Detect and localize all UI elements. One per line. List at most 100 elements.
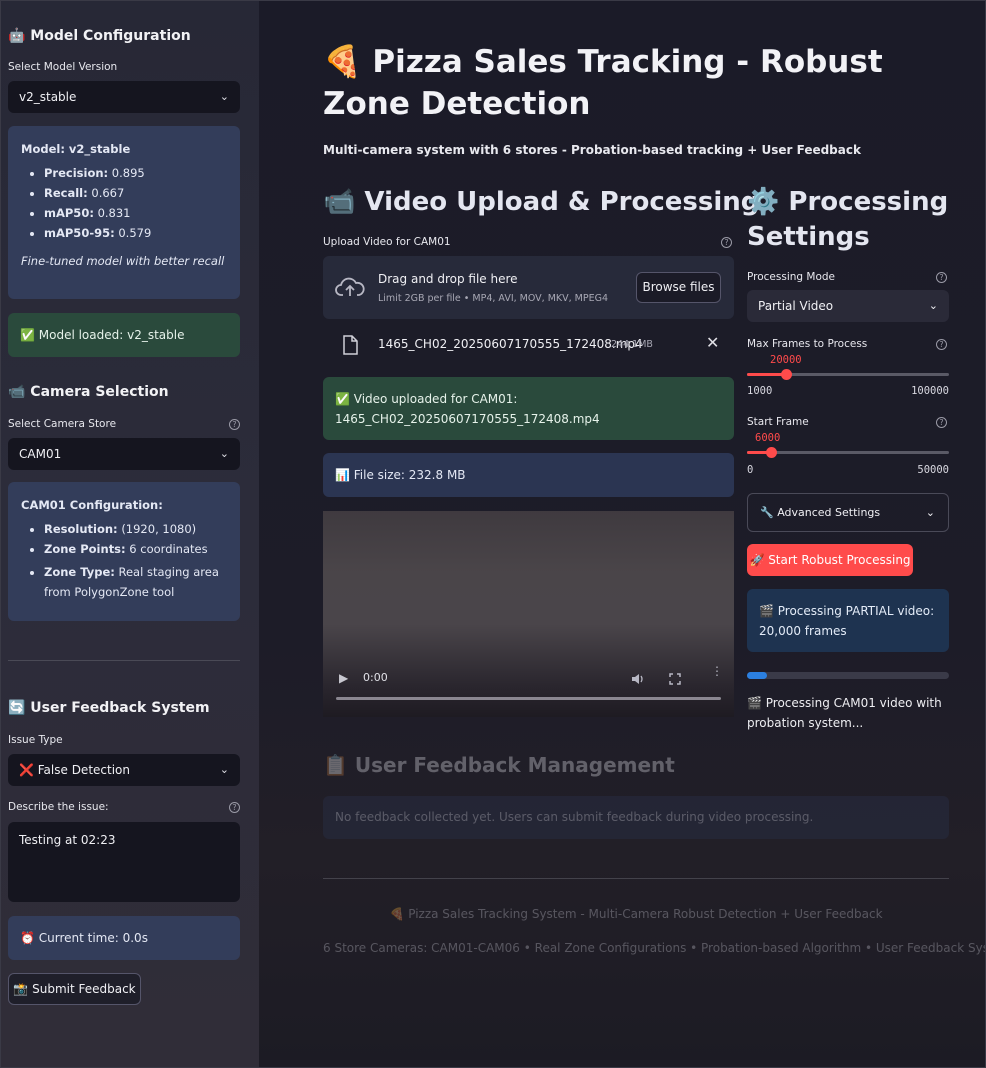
sidebar-divider [8,660,240,661]
fullscreen-icon[interactable] [669,673,681,685]
chevron-down-icon: ⌄ [219,447,229,460]
max-frames-label: Max Frames to Process [747,338,868,350]
help-icon[interactable]: ? [229,802,240,813]
config-item: Zone Type: Real staging area from Polygo… [44,562,227,602]
model-version-label: Select Model Version [8,61,118,73]
feedback-system-heading: 🔄 User Feedback System [8,700,210,716]
config-item: Resolution: (1920, 1080) [44,522,227,537]
max-frames-min: 1000 [747,385,773,397]
help-icon[interactable]: ? [936,417,947,428]
camera-info-title: CAM01 Configuration: [21,498,163,512]
model-info-box: Model: v2_stable Precision: 0.895 Recall… [8,126,240,299]
app-window: 🤖 Model Configuration Select Model Versi… [0,0,986,1068]
no-feedback-info: No feedback collected yet. Users can sub… [323,796,949,839]
start-frame-label: Start Frame [747,416,809,428]
start-frame-slider[interactable] [747,447,949,458]
file-name: 1465_CH02_20250607170555_172408.mp4 [378,337,643,351]
advanced-settings-label: 🔧 Advanced Settings [760,506,881,519]
slider-handle[interactable] [766,447,777,458]
max-frames-max: 100000 [911,385,949,397]
upload-label: Upload Video for CAM01 [323,236,451,248]
camera-selection-heading: 📹 Camera Selection [8,384,169,400]
footer-line-2: 6 Store Cameras: CAM01-CAM06 • Real Zone… [323,941,986,955]
max-frames-value: 20000 [770,354,802,366]
camera-config-list: Resolution: (1920, 1080) Zone Points: 6 … [21,522,227,602]
start-processing-button[interactable]: 🚀 Start Robust Processing [747,544,913,576]
sidebar: 🤖 Model Configuration Select Model Versi… [1,1,259,1067]
slider-handle[interactable] [781,369,792,380]
processing-mode-value: Partial Video [758,299,834,313]
model-version-value: v2_stable [19,90,77,104]
camera-store-value: CAM01 [19,447,62,461]
model-loaded-alert: ✅ Model loaded: v2_stable [8,313,240,357]
video-player[interactable]: ▶ 0:00 ⋮ [323,511,734,717]
processing-mode-label: Processing Mode [747,271,836,283]
progress-fill [747,672,767,679]
processing-line2: 20,000 frames [759,624,847,638]
settings-heading: ⚙️ Processing Settings [747,187,949,252]
more-options-icon[interactable]: ⋮ [711,665,723,677]
model-note: Fine-tuned model with better recall [21,254,225,268]
model-info-title: Model: v2_stable [21,142,131,156]
metric-item: mAP50-95: 0.579 [44,226,227,241]
start-frame-max: 50000 [917,464,949,476]
processing-progress-bar [747,672,949,679]
feedback-management-heading: 📋 User Feedback Management [323,753,675,777]
upload-limit-text: Limit 2GB per file • MP4, AVI, MOV, MKV,… [378,293,609,304]
model-config-heading: 🤖 Model Configuration [8,28,191,44]
issue-type-select[interactable]: ❌ False Detection ⌄ [8,754,240,786]
start-frame-value: 6000 [755,432,781,444]
submit-feedback-button[interactable]: 📸 Submit Feedback [8,973,141,1005]
max-frames-slider[interactable] [747,369,949,380]
footer-line-1: 🍕 Pizza Sales Tracking System - Multi-Ca… [389,907,883,921]
describe-issue-label: Describe the issue: [8,801,109,813]
upload-success-line1: ✅ Video uploaded for CAM01: [335,392,518,406]
video-time: 0:00 [363,671,388,684]
camera-store-select[interactable]: CAM01 ⌄ [8,438,240,470]
processing-info-alert: 🎬 Processing PARTIAL video: 20,000 frame… [747,589,949,652]
play-icon[interactable]: ▶ [339,671,348,685]
file-dropzone[interactable]: Drag and drop file here Limit 2GB per fi… [323,256,734,319]
metric-item: Recall: 0.667 [44,186,227,201]
cloud-upload-icon [335,277,365,296]
drag-drop-text: Drag and drop file here [378,272,518,286]
advanced-settings-expander[interactable]: 🔧 Advanced Settings ⌄ [747,493,949,532]
upload-success-alert: ✅ Video uploaded for CAM01: 1465_CH02_20… [323,377,734,440]
chevron-down-icon: ⌄ [219,763,229,776]
help-icon[interactable]: ? [229,419,240,430]
video-seek-bar[interactable] [336,697,721,700]
file-size: 244.1MB [611,339,653,350]
main-content: 🍕 Pizza Sales Tracking - Robust Zone Det… [259,1,986,1067]
footer-divider [323,878,949,879]
camera-info-box: CAM01 Configuration: Resolution: (1920, … [8,482,240,621]
chevron-down-icon: ⌄ [219,90,229,103]
help-icon[interactable]: ? [721,237,732,248]
browse-files-button[interactable]: Browse files [636,272,721,303]
chevron-down-icon: ⌄ [925,506,935,519]
volume-icon[interactable] [631,673,645,685]
upload-heading: 📹 Video Upload & Processing [323,187,760,217]
processing-mode-select[interactable]: Partial Video ⌄ [747,290,949,322]
issue-type-label: Issue Type [8,734,63,746]
upload-success-line2: 1465_CH02_20250607170555_172408.mp4 [335,412,600,426]
camera-store-label: Select Camera Store [8,418,117,430]
file-size-info: 📊 File size: 232.8 MB [323,453,734,497]
config-item: Zone Points: 6 coordinates [44,542,227,557]
chevron-down-icon: ⌄ [928,299,938,312]
model-version-select[interactable]: v2_stable ⌄ [8,81,240,113]
remove-file-icon[interactable]: ✕ [706,333,719,352]
model-metrics-list: Precision: 0.895 Recall: 0.667 mAP50: 0.… [21,166,227,241]
uploaded-file-row: 1465_CH02_20250607170555_172408.mp4 244.… [323,329,734,361]
issue-description-input[interactable] [8,822,240,902]
issue-type-value: ❌ False Detection [19,763,130,777]
start-frame-min: 0 [747,464,754,476]
help-icon[interactable]: ? [936,272,947,283]
current-time-info: ⏰ Current time: 0.0s [8,916,240,960]
page-title: 🍕 Pizza Sales Tracking - Robust Zone Det… [323,44,883,122]
help-icon[interactable]: ? [936,339,947,350]
metric-item: mAP50: 0.831 [44,206,227,221]
processing-line1: 🎬 Processing PARTIAL video: [759,604,935,618]
metric-item: Precision: 0.895 [44,166,227,181]
processing-status-text: 🎬 Processing CAM01 video with probation … [747,696,942,730]
page-subtitle: Multi-camera system with 6 stores - Prob… [323,143,861,157]
